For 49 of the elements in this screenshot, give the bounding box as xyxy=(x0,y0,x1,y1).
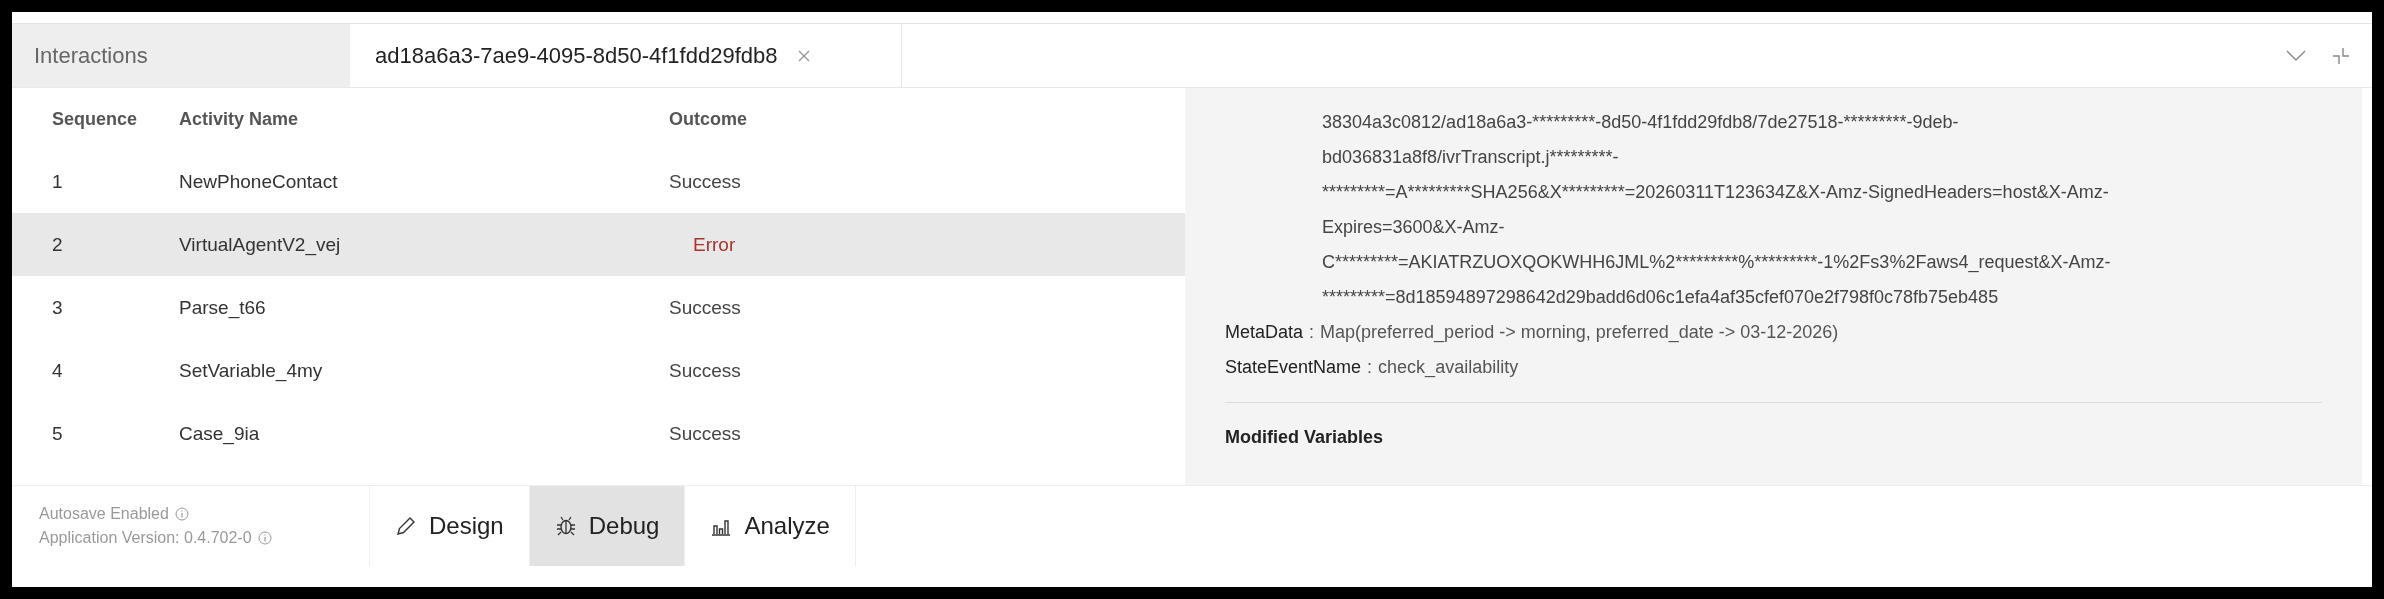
field-value: *********=A*********SHA256&X*********=20260311T123634Z&X-Amz-SignedHeaders=host&X-Amz- xyxy=(1321,181,2110,204)
field-label: StateEventName xyxy=(1225,357,1362,377)
table-cell-text: Parse_t66 xyxy=(179,296,267,319)
table-cell-text: NewPhoneContact xyxy=(179,170,339,193)
table-row[interactable]: 3 Parse_t66 Success xyxy=(12,276,1185,339)
table-cell: Success xyxy=(669,422,741,445)
table-cell-text: Case_9ia xyxy=(179,422,261,445)
table-row[interactable]: 1 NewPhoneContact Success xyxy=(12,150,1185,213)
table-cell-text: 5 xyxy=(51,422,64,445)
table-row[interactable]: 5 Case_9ia Success xyxy=(12,402,1185,465)
field-label: MetaData xyxy=(1225,322,1304,342)
table-cell-text: 3 xyxy=(51,296,64,319)
collapse-icon[interactable] xyxy=(2332,46,2350,65)
table-cell-text: 1 xyxy=(51,170,64,193)
info-text: Application Version: 0.4.702-0 xyxy=(39,529,252,547)
field-value: bd036831a8f8/ivrTranscript.j*********- xyxy=(1321,146,1620,169)
field-value: Map(preferred_period -> morning, preferred_date -> 03-12-2026) xyxy=(1320,322,1839,342)
table-cell: Success xyxy=(669,359,741,382)
close-icon[interactable] xyxy=(797,48,812,63)
tab[interactable]: Interactions xyxy=(12,24,350,87)
table-cell-text: 2 xyxy=(51,233,64,256)
section-title: Modified Variables xyxy=(1225,426,1385,449)
info-text: Autosave Enabled xyxy=(39,505,169,523)
table-row[interactable]: 2 VirtualAgentV2_vej Error xyxy=(12,213,1185,276)
field-separator: : xyxy=(1309,322,1315,342)
chevron-down-icon[interactable] xyxy=(2286,49,2306,62)
mode-tab[interactable]: Analyze xyxy=(685,486,856,566)
mode-tab[interactable]: Debug xyxy=(529,486,686,566)
field-value: 38304a3c0812/ad18a6a3-*********-8d50-4f1fdd29fdb8/7de27518-*********-9deb- xyxy=(1321,111,1960,134)
field-value: Expires=3600&X-Amz- xyxy=(1321,216,1506,239)
table-cell: Success xyxy=(669,296,741,319)
info-icon xyxy=(257,531,272,545)
table-cell: Error xyxy=(693,233,736,256)
mode-tab[interactable]: Design xyxy=(370,486,530,566)
field-separator: : xyxy=(1367,357,1373,377)
field-value: C*********=AKIATRZUOXQOKWHH6JML%2*********%*********-1%2Fs3%2Faws4_request&X-Amz- xyxy=(1321,251,2112,275)
table-cell-text: SetVariable_4my xyxy=(179,359,324,382)
column-header: Activity Name xyxy=(179,108,300,130)
column-header: Outcome xyxy=(669,108,747,130)
info-icon xyxy=(174,507,189,521)
bug-icon xyxy=(554,515,577,537)
table-cell: Success xyxy=(669,170,741,193)
field-value: check_availability xyxy=(1378,357,1519,377)
table-cell-text: 4 xyxy=(51,359,64,382)
column-header: Sequence xyxy=(51,108,139,130)
pencil-icon xyxy=(395,515,417,537)
field-value: *********=8d18594897298642d29badd6d06c1efa4af35cfef070e2f798f0c78fb75eb485 xyxy=(1321,286,2000,309)
table-row[interactable]: 4 SetVariable_4my Success xyxy=(12,339,1185,402)
table-cell-text: VirtualAgentV2_vej xyxy=(179,233,342,256)
